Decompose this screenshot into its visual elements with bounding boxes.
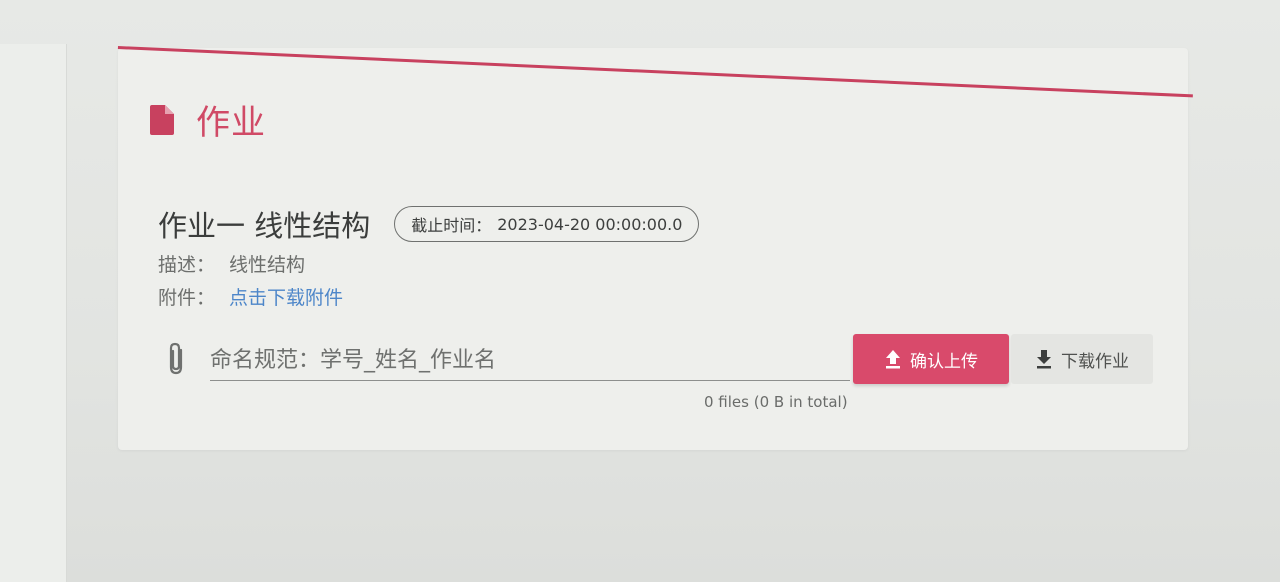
document-icon <box>150 104 174 135</box>
attachment-row: 附件： 点击下载附件 <box>158 283 343 310</box>
confirm-upload-label: 确认上传 <box>910 351 978 372</box>
deadline-value: 2023-04-20 00:00:00.0 <box>497 214 683 234</box>
paperclip-icon[interactable] <box>164 341 188 377</box>
attachment-label: 附件： <box>158 287 216 309</box>
upload-row: 确认上传 下载作业 <box>160 334 1160 384</box>
download-homework-label: 下载作业 <box>1061 351 1129 372</box>
description-value: 线性结构 <box>229 254 306 276</box>
file-count-summary: 0 files (0 B in total) <box>704 393 848 411</box>
page: 作业 作业一 线性结构 截止时间： 2023-04-20 00:00:00.0 … <box>0 0 1280 582</box>
description-row: 描述： 线性结构 <box>158 250 305 277</box>
homework-title-row: 作业一 线性结构 截止时间： 2023-04-20 00:00:00.0 <box>158 203 700 245</box>
deadline-label: 截止时间： <box>411 216 492 235</box>
download-homework-button[interactable]: 下载作业 <box>1011 334 1153 384</box>
homework-name: 作业一 线性结构 <box>158 209 371 243</box>
homework-card <box>118 48 1188 450</box>
card-title: 作业 <box>196 103 266 143</box>
download-icon <box>1035 349 1053 369</box>
deadline-badge: 截止时间： 2023-04-20 00:00:00.0 <box>394 206 700 242</box>
confirm-upload-button[interactable]: 确认上传 <box>853 334 1009 384</box>
upload-icon <box>884 349 902 369</box>
side-panel <box>0 44 67 582</box>
description-label: 描述： <box>158 254 216 276</box>
card-header: 作业 <box>150 95 266 144</box>
attachment-download-link[interactable]: 点击下载附件 <box>229 283 343 310</box>
file-name-input[interactable] <box>210 340 850 381</box>
